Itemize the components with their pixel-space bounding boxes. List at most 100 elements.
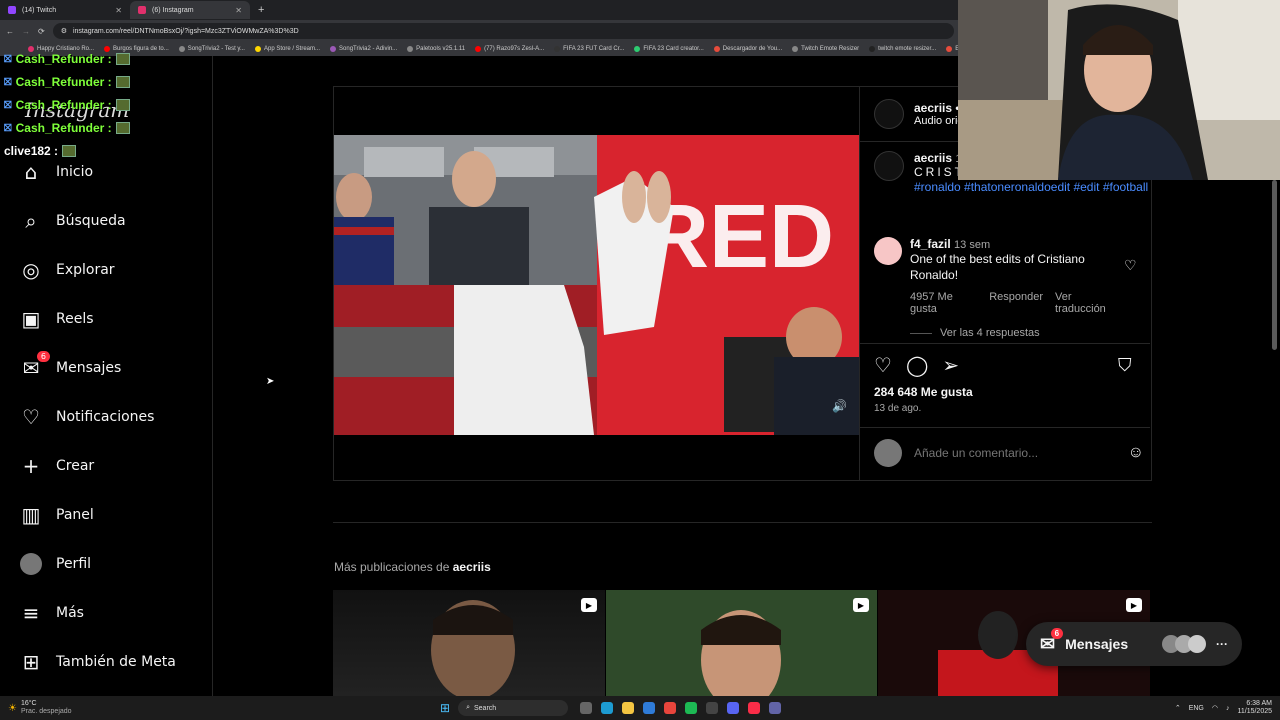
likes-count[interactable]: 284 648 Me gusta xyxy=(874,385,973,399)
bookmark-label: SongTrivia2 - Adivin... xyxy=(339,46,398,52)
site-settings-icon[interactable]: ⚙ xyxy=(61,27,67,35)
task-view-icon[interactable] xyxy=(580,702,593,714)
bookmark-label: twitch emote resizer... xyxy=(878,46,937,52)
store-icon[interactable] xyxy=(643,702,656,714)
reel-video[interactable]: RED 🔊 xyxy=(334,87,859,480)
close-tab-icon[interactable]: ✕ xyxy=(235,6,242,15)
comment-item: f4_fazil 13 sem One of the best edits of… xyxy=(874,237,1137,339)
bookmark-item[interactable]: FIFA 23 Card creator... xyxy=(634,46,704,52)
bookmark-item[interactable]: Twitch Emote Resizer xyxy=(792,46,859,52)
chrome-icon[interactable] xyxy=(664,702,677,714)
bookmark-label: Descargador de You... xyxy=(722,46,783,52)
reel-icon: ▶ xyxy=(853,598,869,612)
reel-icon: ▶ xyxy=(1126,598,1142,612)
like-heart-icon[interactable]: ♡ xyxy=(874,353,892,378)
reel-thumbnail-2[interactable]: ▶ xyxy=(606,590,877,696)
bookmark-label: Twitch Emote Resizer xyxy=(801,46,860,52)
more-posts-user[interactable]: aecriis xyxy=(453,560,491,574)
reload-icon[interactable]: ⟳ xyxy=(38,27,45,36)
audio-label[interactable]: Audio orig xyxy=(914,115,964,127)
url-field[interactable]: ⚙ instagram.com/reel/DNTNmoBsxOj/?igsh=M… xyxy=(52,23,954,39)
discord-icon[interactable] xyxy=(727,702,740,714)
sidebar-item-label: Crear xyxy=(56,458,95,474)
bookmark-item[interactable]: Descargador de You... xyxy=(713,46,783,52)
weather-widget[interactable]: ☀ 16°C Prac. despejado xyxy=(0,700,440,716)
tray-chevron-icon[interactable]: ⌃ xyxy=(1175,704,1181,712)
webcam-overlay xyxy=(958,0,1280,180)
clock[interactable]: 6:38 AM 11/15/2025 xyxy=(1237,700,1272,716)
author-name[interactable]: aecriis xyxy=(914,101,952,115)
post-date: 13 de ago. xyxy=(874,403,922,414)
file-explorer-icon[interactable] xyxy=(622,702,635,714)
share-send-icon[interactable]: ➢ xyxy=(942,353,959,378)
sidebar-item-inicio[interactable]: ⌂ Inicio xyxy=(20,160,94,184)
sidebar-item-explorar[interactable]: ◎ Explorar xyxy=(20,258,114,282)
wifi-icon[interactable]: ◠ xyxy=(1212,704,1218,712)
sidebar-item-panel[interactable]: ▥ Panel xyxy=(20,503,94,527)
chat-badge-icon: ⛝ xyxy=(4,76,12,88)
bookmark-item[interactable]: FIFA 23 FUT Card Cr... xyxy=(554,46,624,52)
sidebar-item-reels[interactable]: ▣ Reels xyxy=(20,307,94,331)
taskbar-search[interactable]: ⌕ Search xyxy=(458,700,569,716)
browser-tabbar: (14) Twitch ✕ (6) Instagram ✕ + xyxy=(0,0,960,20)
sidebar-item-búsqueda[interactable]: ⌕ Búsqueda xyxy=(20,209,125,233)
translate-button[interactable]: Ver traducción xyxy=(1055,291,1120,315)
edge-icon[interactable] xyxy=(601,702,614,714)
forward-icon[interactable]: → xyxy=(22,27,30,36)
messenger-icon: ✉ 6 xyxy=(20,351,50,380)
tab-twitch[interactable]: (14) Twitch ✕ xyxy=(0,1,130,19)
teams-icon[interactable] xyxy=(769,702,782,714)
reel-thumbnail-1[interactable]: ▶ xyxy=(333,590,605,696)
sidebar-item-notificaciones[interactable]: ♡ Notificaciones xyxy=(20,405,154,429)
more-dots-icon[interactable]: ··· xyxy=(1216,637,1228,651)
sidebar-item-label: Perfil xyxy=(56,556,92,572)
music-icon[interactable] xyxy=(748,702,761,714)
commenter-avatar[interactable] xyxy=(874,237,902,265)
author-avatar[interactable] xyxy=(874,99,904,129)
emoji-icon[interactable]: ☺ xyxy=(1128,444,1144,462)
new-tab-button[interactable]: + xyxy=(250,4,272,16)
lang-indicator[interactable]: ENG xyxy=(1189,705,1204,712)
caption-author[interactable]: aecriis xyxy=(914,151,952,165)
bookmark-item[interactable]: twitch emote resizer... xyxy=(869,46,936,52)
tab-instagram[interactable]: (6) Instagram ✕ xyxy=(130,1,250,19)
sidebar-item-label: Inicio xyxy=(56,164,94,180)
obs-icon[interactable] xyxy=(706,702,719,714)
volume-icon[interactable]: 🔊 xyxy=(832,399,847,413)
view-replies-button[interactable]: Ver las 4 respuestas xyxy=(940,327,1040,339)
volume-tray-icon[interactable]: ♪ xyxy=(1226,705,1230,712)
caption-hashtags[interactable]: #ronaldo #thatoneronaldoedit #edit #foot… xyxy=(914,179,1154,195)
bookmark-item[interactable]: SongTrivia2 - Adivin... xyxy=(330,46,397,52)
post-actions: ♡ ◯ ➢ xyxy=(874,353,959,378)
chat-username: clive182 : xyxy=(4,144,59,158)
chat-message: ⛝ Cash_Refunder : xyxy=(4,75,130,89)
chat-emote-icon xyxy=(115,53,130,65)
bookmark-item[interactable]: SongTrivia2 - Test y... xyxy=(178,46,245,52)
address-toolbar: ← → ⟳ ⚙ instagram.com/reel/DNTNmoBsxOj/?… xyxy=(0,20,960,42)
reels-icon: ▣ xyxy=(21,307,41,331)
bookmark-item[interactable]: App Store / Stream... xyxy=(254,46,320,52)
sidebar-item-más[interactable]: ≡ Más xyxy=(20,601,84,625)
spotify-icon[interactable] xyxy=(685,702,698,714)
messages-pill[interactable]: ✉ 6 Mensajes ··· xyxy=(1026,622,1242,666)
sidebar-item-perfil[interactable]: Perfil xyxy=(20,553,91,575)
windows-start-icon[interactable]: ⊞ xyxy=(440,701,450,715)
bookmark-save-icon[interactable]: ⛉ xyxy=(1118,355,1132,376)
commenter-name[interactable]: f4_fazil xyxy=(910,237,951,251)
close-tab-icon[interactable]: ✕ xyxy=(115,6,122,15)
like-comment-icon[interactable]: ♡ xyxy=(1124,257,1137,274)
back-icon[interactable]: ← xyxy=(6,27,14,36)
messages-badge: 6 xyxy=(36,351,50,362)
bookmark-item[interactable]: Paletools v25.1.11 xyxy=(407,46,465,52)
scrollbar[interactable] xyxy=(1272,180,1277,350)
sidebar-item-también-de-meta[interactable]: ⊞ También de Meta xyxy=(20,650,176,674)
sidebar-item-crear[interactable]: + Crear xyxy=(20,454,95,478)
comment-input[interactable] xyxy=(914,446,1116,460)
comment-likes[interactable]: 4957 Me gusta xyxy=(910,291,977,315)
caption-avatar[interactable] xyxy=(874,151,904,181)
bookmark-favicon-icon xyxy=(407,46,414,52)
sidebar-item-mensajes[interactable]: ✉ 6 Mensajes xyxy=(20,351,121,380)
bookmark-item[interactable]: (77) Razo97s Zesl-A... xyxy=(475,46,544,52)
reply-button[interactable]: Responder xyxy=(989,291,1043,315)
comment-bubble-icon[interactable]: ◯ xyxy=(906,353,928,378)
